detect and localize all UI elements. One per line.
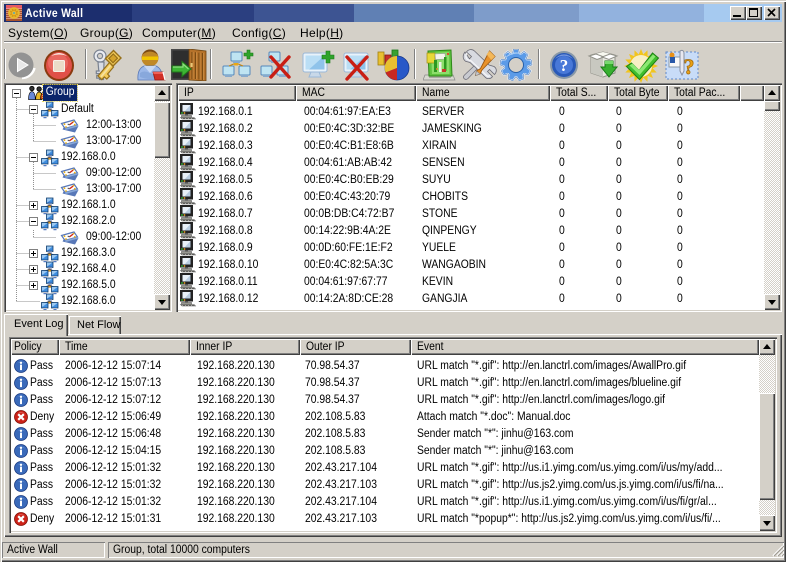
svg-text:?: ? xyxy=(560,56,569,75)
svg-text:?: ? xyxy=(684,54,695,79)
